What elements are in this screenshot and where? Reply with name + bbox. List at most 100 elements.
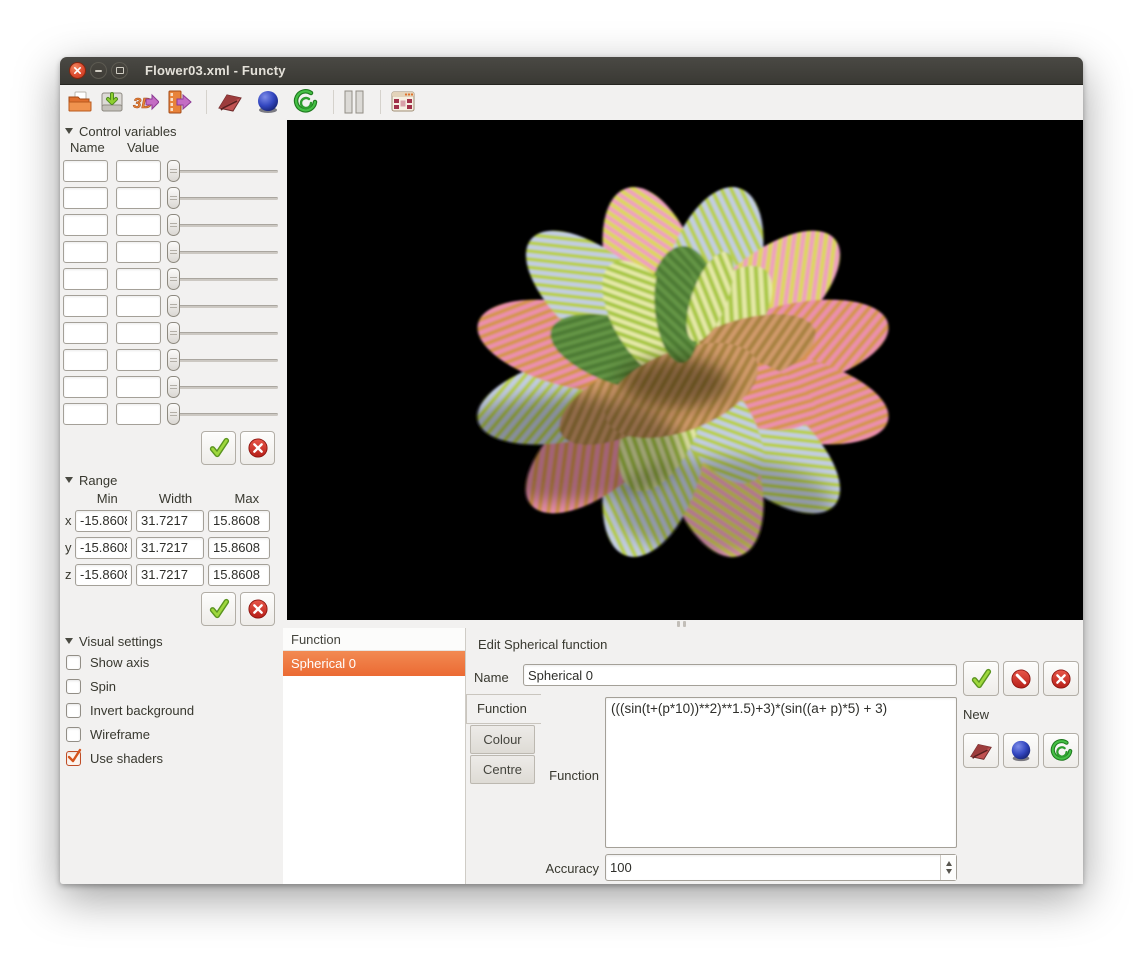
slider-handle[interactable]	[167, 348, 180, 371]
variable-value-input[interactable]	[116, 267, 161, 290]
variable-name-input[interactable]	[63, 159, 108, 182]
export-3d-model-button[interactable]: 3D	[131, 88, 159, 116]
wireframe-checkbox[interactable]	[66, 726, 81, 742]
slider-handle[interactable]	[167, 294, 180, 317]
variable-name-input[interactable]	[63, 321, 108, 344]
variable-slider[interactable]	[167, 375, 278, 398]
minimize-button[interactable]	[90, 62, 107, 79]
variable-value-input[interactable]	[116, 213, 161, 236]
z-max-input[interactable]	[208, 563, 270, 586]
tab-colour[interactable]: Colour	[470, 725, 535, 754]
close-button[interactable]	[69, 62, 86, 79]
new-curve-function-button[interactable]	[1043, 733, 1079, 768]
use-shaders-option[interactable]: Use shaders	[63, 746, 278, 770]
slider-handle[interactable]	[167, 186, 180, 209]
pause-button[interactable]	[340, 88, 368, 116]
variable-slider[interactable]	[167, 321, 278, 344]
variable-value-input[interactable]	[116, 402, 161, 425]
slider-handle[interactable]	[167, 240, 180, 263]
variable-name-input[interactable]	[63, 240, 108, 263]
variable-value-input[interactable]	[116, 240, 161, 263]
variable-value-input[interactable]	[116, 375, 161, 398]
variable-value-input[interactable]	[116, 348, 161, 371]
show-axis-option[interactable]: Show axis	[63, 650, 278, 674]
apply-range-button[interactable]	[201, 592, 236, 626]
variable-slider[interactable]	[167, 159, 278, 182]
tab-function[interactable]: Function	[466, 694, 541, 724]
slider-handle[interactable]	[167, 213, 180, 236]
film-export-icon	[168, 90, 192, 113]
use-shaders-checkbox[interactable]	[66, 748, 82, 766]
render-viewport[interactable]	[287, 120, 1083, 620]
variable-value-input[interactable]	[116, 294, 161, 317]
control-variables-expander[interactable]: Control variables	[63, 122, 278, 140]
new-cartesian-function-button[interactable]	[963, 733, 999, 768]
export-video-button[interactable]	[164, 88, 192, 116]
invert-background-checkbox[interactable]	[66, 702, 81, 718]
variable-name-input[interactable]	[63, 375, 108, 398]
variable-name-input[interactable]	[63, 294, 108, 317]
variable-name-input[interactable]	[63, 186, 108, 209]
function-name-input[interactable]	[523, 664, 957, 686]
spin-up-icon[interactable]	[945, 861, 952, 866]
spin-down-icon[interactable]	[945, 869, 952, 874]
range-row-y: y	[63, 534, 278, 561]
new-spherical-button[interactable]	[254, 88, 282, 116]
slider-handle[interactable]	[167, 267, 180, 290]
z-min-input[interactable]	[75, 563, 132, 586]
screen-options-button[interactable]	[389, 88, 417, 116]
visual-settings-expander[interactable]: Visual settings	[63, 632, 278, 650]
save-file-button[interactable]	[98, 88, 126, 116]
spinner-buttons[interactable]	[940, 855, 956, 880]
cancel-range-button[interactable]	[240, 592, 275, 626]
y-width-input[interactable]	[136, 536, 204, 559]
wireframe-option[interactable]: Wireframe	[63, 722, 278, 746]
close-icon	[73, 66, 82, 75]
accuracy-input[interactable]	[605, 854, 957, 881]
variable-slider[interactable]	[167, 402, 278, 425]
z-width-input[interactable]	[136, 563, 204, 586]
x-max-input[interactable]	[208, 509, 270, 532]
apply-function-button[interactable]	[963, 661, 999, 696]
new-spherical-function-button[interactable]	[1003, 733, 1039, 768]
spin-option[interactable]: Spin	[63, 674, 278, 698]
variable-name-input[interactable]	[63, 402, 108, 425]
variable-name-input[interactable]	[63, 267, 108, 290]
new-curve-button[interactable]	[291, 88, 319, 116]
open-file-button[interactable]	[65, 88, 93, 116]
invert-background-option[interactable]: Invert background	[63, 698, 278, 722]
variable-value-input[interactable]	[116, 159, 161, 182]
variable-slider[interactable]	[167, 294, 278, 317]
x-width-input[interactable]	[136, 509, 204, 532]
function-list-item-spherical0[interactable]: Spherical 0	[283, 651, 465, 676]
range-expander[interactable]: Range	[63, 471, 278, 489]
show-axis-checkbox[interactable]	[66, 654, 81, 670]
pane-resize-handle[interactable]	[677, 621, 690, 627]
variable-slider[interactable]	[167, 213, 278, 236]
spin-checkbox[interactable]	[66, 678, 81, 694]
variable-value-input[interactable]	[116, 186, 161, 209]
slider-handle[interactable]	[167, 321, 180, 344]
revert-function-button[interactable]	[1003, 661, 1039, 696]
cancel-variables-button[interactable]	[240, 431, 275, 465]
y-max-input[interactable]	[208, 536, 270, 559]
function-expression-input[interactable]: (((sin(t+(p*10))**2)**1.5)+3)*(sin((a+ p…	[605, 697, 957, 848]
variable-name-input[interactable]	[63, 348, 108, 371]
variable-slider[interactable]	[167, 240, 278, 263]
variable-value-input[interactable]	[116, 321, 161, 344]
apply-variables-button[interactable]	[201, 431, 236, 465]
toolbar-separator	[333, 89, 334, 114]
variable-slider[interactable]	[167, 348, 278, 371]
maximize-button[interactable]	[111, 62, 128, 79]
y-min-input[interactable]	[75, 536, 132, 559]
new-cartesian-button[interactable]	[216, 88, 244, 116]
slider-handle[interactable]	[167, 402, 180, 425]
x-min-input[interactable]	[75, 509, 132, 532]
slider-handle[interactable]	[167, 375, 180, 398]
slider-handle[interactable]	[167, 159, 180, 182]
delete-function-button[interactable]	[1043, 661, 1079, 696]
variable-slider[interactable]	[167, 267, 278, 290]
variable-slider[interactable]	[167, 186, 278, 209]
function-list[interactable]: Function Spherical 0	[283, 628, 466, 884]
variable-name-input[interactable]	[63, 213, 108, 236]
